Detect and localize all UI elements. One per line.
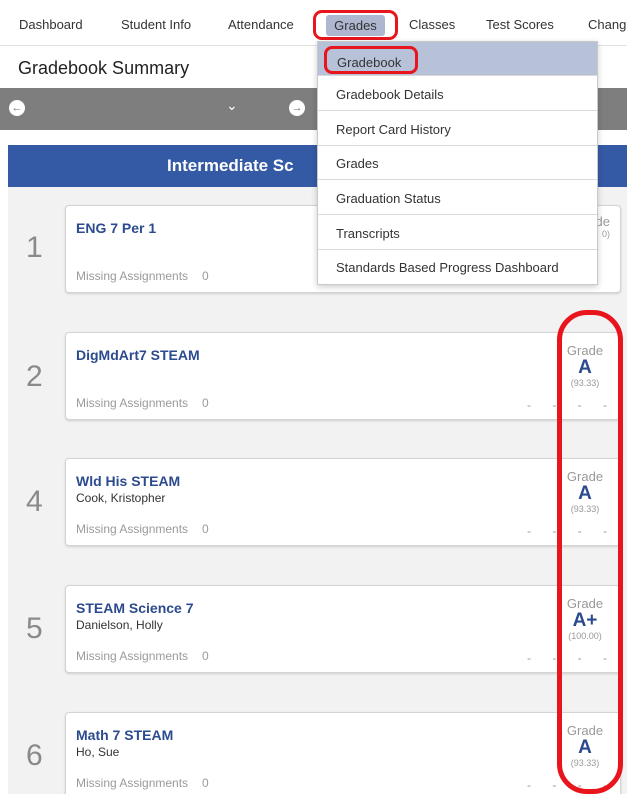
grade-letter: A [578, 737, 592, 758]
nav-grades-label: Grades [326, 14, 385, 36]
grade-percent: (93.33) [570, 378, 600, 388]
course-name[interactable]: DigMdArt7 STEAM [76, 347, 200, 363]
school-name: Intermediate Sc [167, 156, 294, 175]
score-dashes: - - - - [527, 398, 616, 412]
missing-count: 0 [202, 269, 209, 283]
missing-label: Missing Assignments [76, 649, 189, 663]
chevron-down-icon[interactable]: ⌄ [226, 97, 238, 114]
menu-item-label: Report Card History [336, 122, 451, 137]
menu-item-grades[interactable]: Grades [318, 146, 597, 180]
menu-item-gradebook-details[interactable]: Gradebook Details [318, 77, 597, 111]
grade-column: Grade A (93.33) [560, 343, 610, 388]
teacher-name: Cook, Kristopher [76, 491, 166, 505]
grades-dropdown-menu: Gradebook Gradebook Details Report Card … [317, 41, 598, 285]
missing-count: 0 [202, 396, 209, 410]
menu-item-label: Standards Based Progress Dashboard [336, 260, 559, 275]
nav-change[interactable]: Chang [588, 17, 626, 32]
grade-percent: (100.00) [568, 631, 602, 641]
missing-assignments: Missing Assignments 0 [76, 649, 209, 663]
top-nav: Dashboard Student Info Attendance Grades… [0, 0, 627, 46]
menu-item-label: Gradebook Details [336, 87, 444, 102]
missing-label: Missing Assignments [76, 776, 189, 790]
grade-label: Grade [566, 596, 604, 611]
nav-test-scores[interactable]: Test Scores [486, 17, 554, 32]
menu-item-label: Transcripts [336, 226, 400, 241]
teacher-name: Ho, Sue [76, 745, 120, 759]
arrow-right-icon[interactable]: → [289, 100, 305, 116]
grade-letter: A [578, 357, 592, 378]
grade-percent: (93.33) [570, 504, 600, 514]
period-number: 6 [26, 739, 43, 772]
menu-item-transcripts[interactable]: Transcripts [318, 216, 597, 250]
missing-assignments: Missing Assignments 0 [76, 269, 209, 283]
nav-attendance[interactable]: Attendance [228, 17, 294, 32]
arrow-left-icon[interactable]: ← [9, 100, 25, 116]
missing-assignments: Missing Assignments 0 [76, 776, 209, 790]
grade-column: Grade A (93.33) [560, 469, 610, 514]
missing-count: 0 [202, 649, 209, 663]
score-dashes: - - - - [527, 778, 616, 792]
menu-item-label: Graduation Status [336, 191, 441, 206]
course-card[interactable]: Wld His STEAM Cook, Kristopher Missing A… [65, 458, 621, 546]
course-name[interactable]: STEAM Science 7 [76, 600, 194, 616]
course-card[interactable]: DigMdArt7 STEAM Missing Assignments 0 - -… [65, 332, 621, 420]
missing-assignments: Missing Assignments 0 [76, 396, 209, 410]
menu-item-report-card-history[interactable]: Report Card History [318, 112, 597, 146]
grade-letter: A+ [572, 610, 598, 631]
menu-item-label: Grades [336, 156, 379, 171]
period-number: 2 [26, 360, 43, 393]
course-name[interactable]: ENG 7 Per 1 [76, 220, 156, 236]
period-number: 4 [26, 485, 43, 518]
period-number: 5 [26, 612, 43, 645]
course-name[interactable]: Wld His STEAM [76, 473, 180, 489]
grade-column: Grade A (93.33) [560, 723, 610, 768]
page-title: Gradebook Summary [18, 58, 190, 78]
nav-dashboard[interactable]: Dashboard [19, 17, 83, 32]
grade-letter: A [578, 483, 592, 504]
gradebook-highlight: Gradebook [324, 46, 418, 74]
grade-label: Grade [566, 723, 604, 738]
nav-grades[interactable]: Grades [313, 10, 398, 40]
score-dashes: - - - - [527, 651, 616, 665]
missing-label: Missing Assignments [76, 522, 189, 536]
missing-label: Missing Assignments [76, 396, 189, 410]
missing-count: 0 [202, 776, 209, 790]
missing-label: Missing Assignments [76, 269, 189, 283]
course-card[interactable]: STEAM Science 7 Danielson, Holly Missing… [65, 585, 621, 673]
teacher-name: Danielson, Holly [76, 618, 163, 632]
menu-item-graduation-status[interactable]: Graduation Status [318, 181, 597, 215]
grade-column: Grade A+ (100.00) [560, 596, 610, 641]
grade-label: Grade [566, 469, 604, 484]
course-card[interactable]: Math 7 STEAM Ho, Sue Missing Assignments… [65, 712, 621, 794]
nav-classes[interactable]: Classes [409, 17, 455, 32]
grade-percent: (93.33) [570, 758, 600, 768]
menu-item-standards-dashboard[interactable]: Standards Based Progress Dashboard [318, 250, 597, 284]
period-number: 1 [26, 231, 43, 264]
menu-item-gradebook[interactable]: Gradebook [318, 42, 597, 76]
score-dashes: - - - - [527, 524, 616, 538]
missing-assignments: Missing Assignments 0 [76, 522, 209, 536]
nav-student-info[interactable]: Student Info [121, 17, 191, 32]
course-name[interactable]: Math 7 STEAM [76, 727, 173, 743]
grade-label: Grade [566, 343, 604, 358]
menu-item-label: Gradebook [337, 55, 402, 70]
missing-count: 0 [202, 522, 209, 536]
